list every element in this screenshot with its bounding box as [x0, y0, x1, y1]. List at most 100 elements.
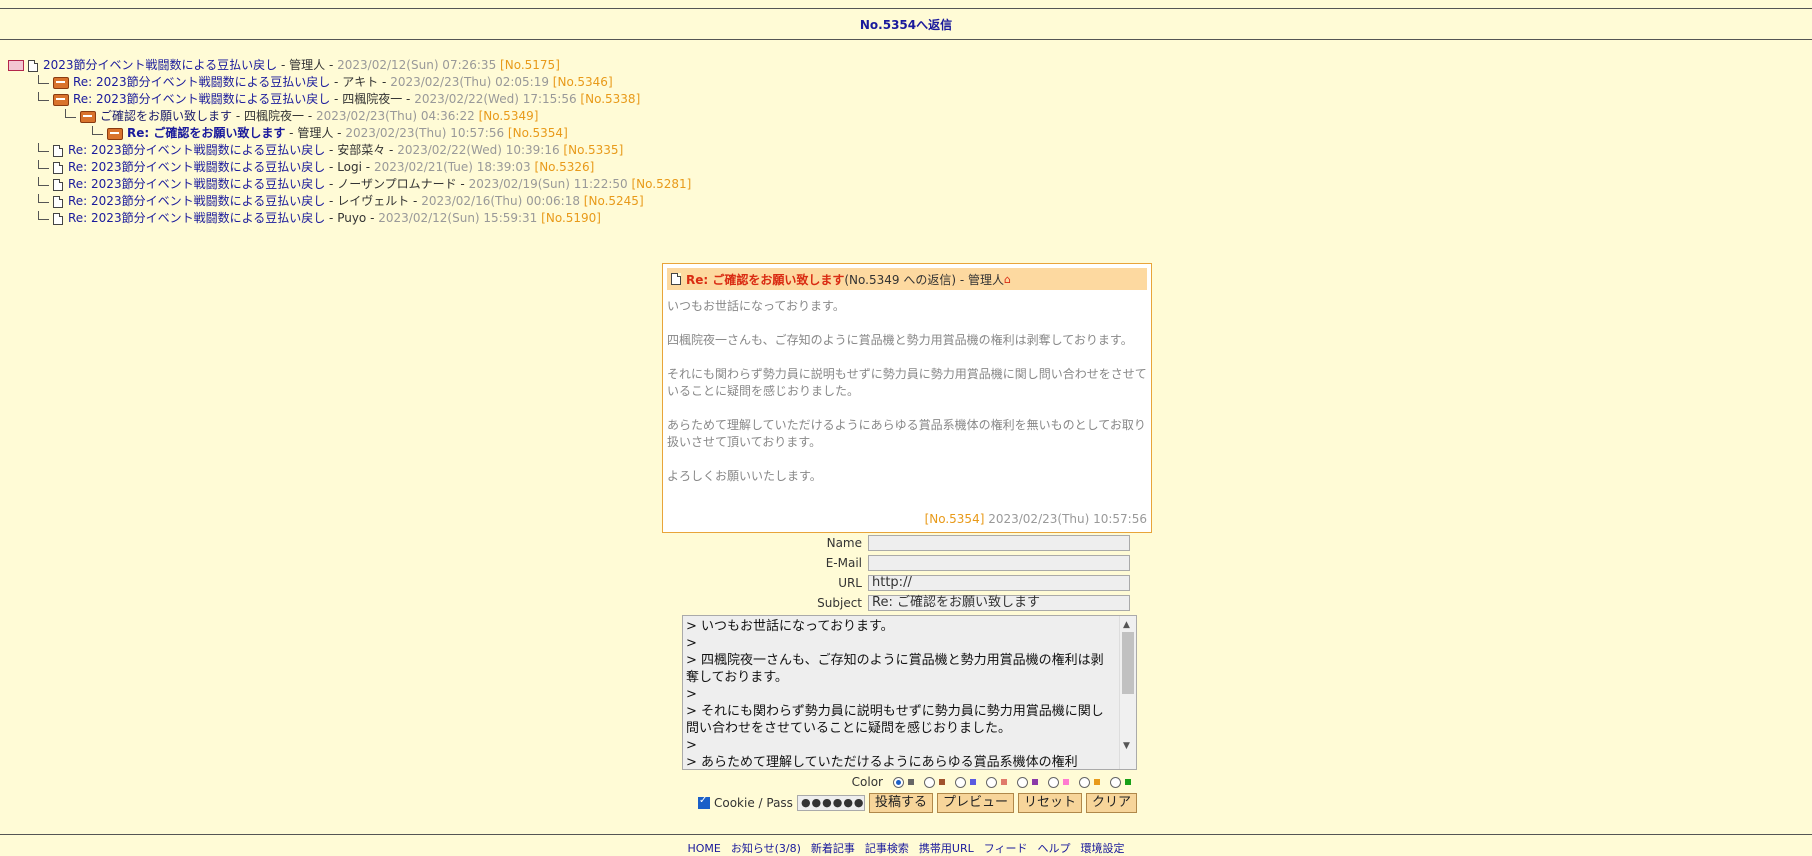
thread-number-link[interactable]: [No.5335]: [563, 142, 623, 159]
color-radio[interactable]: [955, 776, 966, 788]
post-button[interactable]: 投稿する: [868, 793, 933, 813]
footer-link[interactable]: 新着記事: [811, 842, 855, 855]
color-swatch: [970, 779, 976, 785]
comment-text: > いつもお世話になっております。 > > 四楓院夜一さんも、ご存知のように賞品機と…: [686, 618, 1114, 769]
footer-link[interactable]: ヘルプ: [1038, 842, 1071, 855]
footer-link[interactable]: 環境設定: [1081, 842, 1125, 855]
comment-line: > いつもお世話になっております。: [686, 619, 894, 634]
comment-scrollbar[interactable]: ▲ ▼: [1119, 616, 1136, 769]
separator: -: [277, 58, 290, 72]
tree-branch: [38, 143, 49, 152]
thread-subject-link[interactable]: Re: 2023節分イベント戦闘数による豆払い戻し: [73, 74, 330, 91]
thread-date: 2023/02/19(Sun) 11:22:50: [468, 177, 628, 191]
separator: -: [325, 58, 338, 72]
thread-number-link[interactable]: [No.5190]: [541, 210, 601, 227]
comment-line: > それにも関わらず勢力員に説明もせずに勢力員に勢力用賞品機に関し問い合わせをさ…: [686, 704, 1104, 736]
url-label: URL: [838, 576, 862, 590]
home-icon[interactable]: ⌂: [1004, 273, 1011, 286]
footer-link[interactable]: 記事検索: [865, 842, 909, 855]
footer-link[interactable]: 携帯用URL: [919, 842, 974, 855]
scroll-down-icon[interactable]: ▼: [1123, 738, 1130, 755]
separator: -: [325, 211, 338, 225]
thread-number-link[interactable]: [No.5354]: [508, 125, 568, 142]
document-icon: [53, 212, 63, 225]
url-field[interactable]: http://: [868, 575, 1130, 591]
thread-author: 四楓院夜一: [342, 92, 403, 106]
thread-date: 2023/02/23(Thu) 02:05:19: [390, 75, 549, 89]
comment-textarea[interactable]: > いつもお世話になっております。 > > 四楓院夜一さんも、ご存知のように賞品機と…: [682, 615, 1137, 770]
thread-subject-link[interactable]: ご確認をお願い致します: [100, 108, 232, 125]
color-radio[interactable]: [893, 776, 904, 788]
thread-number-link[interactable]: [No.5175]: [500, 57, 560, 74]
scroll-thumb[interactable]: [1122, 632, 1134, 694]
thread-row: Re: 2023節分イベント戦闘数による豆払い戻し - 四楓院夜一 - 2023…: [8, 91, 691, 108]
clear-button[interactable]: クリア: [1085, 793, 1137, 813]
thread-number-link[interactable]: [No.5338]: [580, 91, 640, 108]
footer-divider: [0, 834, 1812, 835]
mailbox-icon: [107, 127, 123, 140]
color-selector: Color: [662, 775, 1137, 789]
footer-link[interactable]: お知らせ(3/8): [731, 842, 801, 855]
thread-subject-link[interactable]: Re: ご確認をお願い致します: [127, 125, 285, 142]
thread-number-link[interactable]: [No.5245]: [584, 193, 644, 210]
separator: -: [325, 194, 338, 208]
color-radio[interactable]: [1017, 776, 1028, 788]
footer-link[interactable]: HOME: [687, 842, 720, 855]
thread-date: 2023/02/23(Thu) 10:57:56: [345, 126, 505, 140]
separator: -: [456, 177, 469, 191]
thread-date: 2023/02/16(Thu) 00:06:18: [421, 194, 580, 208]
thread-row: ご確認をお願い致します - 四楓院夜一 - 2023/02/23(Thu) 04…: [8, 108, 691, 125]
preview-button[interactable]: プレビュー: [936, 793, 1014, 813]
thread-number-link[interactable]: [No.5281]: [631, 176, 691, 193]
thread-author: Logi: [337, 160, 362, 174]
thread-row: Re: 2023節分イベント戦闘数による豆払い戻し - ノーザンプロムナード -…: [8, 176, 691, 193]
thread-date: 2023/02/23(Thu) 04:36:22: [315, 109, 475, 123]
mailbox-icon: [80, 110, 96, 123]
reset-button[interactable]: リセット: [1017, 793, 1082, 813]
comment-line: > 四楓院夜一さんも、ご存知のように賞品機と勢力用賞品機の権利は剥奪しております…: [686, 653, 1104, 685]
color-swatch: [1063, 779, 1069, 785]
separator: -: [333, 126, 346, 140]
email-field[interactable]: [868, 555, 1130, 571]
article-body: いつもお世話になっております。 四楓院夜一さんも、ご存知のように賞品機と勢力用賞品…: [663, 290, 1151, 485]
color-radio[interactable]: [924, 776, 935, 788]
separator: -: [330, 92, 343, 106]
document-icon: [28, 59, 38, 72]
color-radio[interactable]: [1048, 776, 1059, 788]
thread-number-link[interactable]: [No.5346]: [553, 74, 613, 91]
article-footer: [No.5354] 2023/02/23(Thu) 10:57:56: [925, 512, 1147, 526]
color-radio[interactable]: [1110, 776, 1121, 788]
thread-subject-link[interactable]: 2023節分イベント戦闘数による豆払い戻し: [43, 57, 277, 74]
thread-subject-link[interactable]: Re: 2023節分イベント戦闘数による豆払い戻し: [68, 210, 325, 227]
email-label: E-Mail: [825, 556, 862, 570]
document-icon: [53, 178, 63, 191]
separator: -: [325, 143, 338, 157]
name-label: Name: [826, 536, 862, 550]
separator: -: [325, 160, 338, 174]
separator: -: [366, 211, 379, 225]
thread-subject-link[interactable]: Re: 2023節分イベント戦闘数による豆払い戻し: [68, 193, 325, 210]
thread-date: 2023/02/21(Tue) 18:39:03: [373, 160, 531, 174]
tree-branch: [38, 160, 49, 169]
thread-row: Re: ご確認をお願い致します - 管理人 - 2023/02/23(Thu) …: [8, 125, 691, 142]
cookie-checkbox[interactable]: [697, 795, 710, 809]
color-radio[interactable]: [1079, 776, 1090, 788]
thread-subject-link[interactable]: Re: 2023節分イベント戦闘数による豆払い戻し: [68, 159, 325, 176]
separator: -: [285, 126, 298, 140]
password-field[interactable]: ●●●●●●: [796, 795, 865, 811]
separator: -: [325, 177, 338, 191]
thread-number-link[interactable]: [No.5326]: [535, 159, 595, 176]
tree-branch: [38, 177, 49, 186]
color-radio[interactable]: [986, 776, 997, 788]
subject-field[interactable]: Re: ご確認をお願い致します: [868, 595, 1130, 611]
thread-number-link[interactable]: [No.5349]: [479, 108, 539, 125]
article-number[interactable]: [No.5354]: [925, 512, 985, 526]
footer-link[interactable]: フィード: [984, 842, 1028, 855]
thread-subject-link[interactable]: Re: 2023節分イベント戦闘数による豆払い戻し: [68, 142, 325, 159]
thread-subject-link[interactable]: Re: 2023節分イベント戦闘数による豆払い戻し: [73, 91, 330, 108]
article-header: Re: ご確認をお願い致します (No.5349 への返信) - 管理人 ⌂: [667, 268, 1147, 290]
thread-row: 2023節分イベント戦闘数による豆払い戻し - 管理人 - 2023/02/12…: [8, 57, 691, 74]
name-field[interactable]: [868, 535, 1130, 551]
thread-subject-link[interactable]: Re: 2023節分イベント戦闘数による豆払い戻し: [68, 176, 325, 193]
color-swatch: [1001, 779, 1007, 785]
